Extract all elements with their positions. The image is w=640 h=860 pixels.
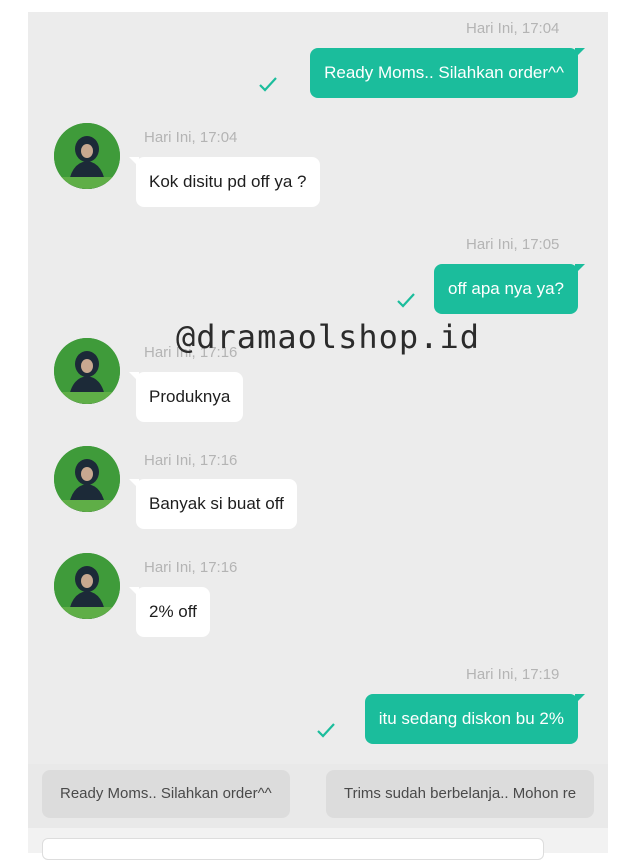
user-avatar[interactable] [54, 338, 120, 404]
message-timestamp: Hari Ini, 17:04 [144, 129, 238, 146]
outgoing-message-bubble[interactable]: itu sedang diskon bu 2% [364, 694, 586, 744]
quick-reply-bar[interactable]: Ready Moms.. Silahkan order^^ Trims suda… [28, 764, 608, 828]
avatar-image [54, 553, 120, 619]
quick-reply-chip[interactable]: Ready Moms.. Silahkan order^^ [42, 770, 290, 818]
message-timestamp: Hari Ini, 17:19 [466, 666, 560, 683]
avatar-image [54, 338, 120, 404]
message-timestamp: Hari Ini, 17:05 [466, 236, 560, 253]
message-timestamp: Hari Ini, 17:04 [466, 20, 560, 37]
message-input[interactable] [42, 838, 544, 860]
watermark-text: @dramaolshop.id [176, 318, 480, 356]
checkmark-icon [397, 293, 415, 308]
avatar-image [54, 446, 120, 512]
outgoing-message-bubble[interactable]: Ready Moms.. Silahkan order^^ [310, 48, 585, 98]
incoming-message-bubble[interactable]: Produknya [128, 372, 244, 422]
message-timestamp: Hari Ini, 17:16 [144, 559, 238, 576]
chat-area[interactable]: Hari Ini, 17:04 Ready Moms.. Silahkan or… [28, 12, 608, 828]
user-avatar[interactable] [54, 123, 120, 189]
quick-reply-chip[interactable]: Trims sudah berbelanja.. Mohon re [326, 770, 595, 818]
message-timestamp: Hari Ini, 17:16 [144, 452, 238, 469]
message-input-bar [28, 828, 608, 860]
checkmark-icon [259, 77, 277, 92]
incoming-message-bubble[interactable]: Banyak si buat off [129, 479, 297, 529]
user-avatar[interactable] [54, 446, 120, 512]
incoming-message-bubble[interactable]: Kok disitu pd off ya ? [129, 157, 320, 207]
incoming-message-bubble[interactable]: 2% off [129, 587, 210, 637]
avatar-image [54, 123, 120, 189]
user-avatar[interactable] [54, 553, 120, 619]
outgoing-message-bubble[interactable]: off apa nya ya? [434, 264, 585, 314]
checkmark-icon [317, 723, 335, 738]
